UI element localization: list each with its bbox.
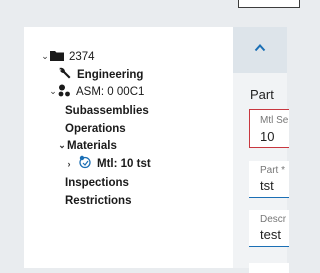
next-field[interactable] [249, 263, 289, 273]
tree-node-engineering-label: Engineering [77, 68, 144, 81]
detail-panel: Part Mtl Se 10 Part * tst Descr test [233, 27, 289, 273]
part-field[interactable]: Part * tst [249, 161, 289, 198]
tree-node-subassemblies[interactable]: Subassemblies [65, 102, 149, 119]
tree-node-restrictions[interactable]: Restrictions [65, 192, 131, 209]
section-title: Part [250, 87, 274, 102]
mtl-seq-label: Mtl Se [260, 115, 289, 126]
tree-node-root-label: 2374 [69, 50, 95, 63]
assembly-icon [58, 84, 71, 100]
tree-node-operations[interactable]: Operations [65, 120, 126, 137]
top-partial-box [238, 0, 300, 8]
chevron-down-icon[interactable]: ⌄ [57, 140, 67, 151]
folder-icon [50, 50, 64, 64]
detail-header [233, 27, 287, 73]
chevron-down-icon[interactable]: ⌄ [40, 51, 50, 62]
tree-node-materials-label: Materials [67, 139, 117, 152]
tree-node-materials[interactable]: ⌄ Materials [57, 137, 117, 154]
tree-node-engineering[interactable]: Engineering [58, 66, 143, 83]
mtl-seq-input[interactable]: 10 [260, 129, 274, 144]
description-field[interactable]: Descr test [249, 210, 289, 247]
tree-node-mtl-label: Mtl: 10 tst [97, 157, 151, 170]
tree-node-asm-label: ASM: 0 00C1 [76, 85, 145, 98]
description-label: Descr [260, 214, 287, 225]
description-input[interactable]: test [260, 227, 281, 242]
tree-node-mtl[interactable]: › Mtl: 10 tst [64, 155, 151, 172]
material-icon [78, 155, 92, 172]
tree-node-inspections[interactable]: Inspections [65, 174, 129, 191]
wrench-icon [58, 66, 72, 83]
method-tree-panel: ⌄ 2374 Engineering ⌄ ASM: 0 00C1 Subasse… [24, 27, 233, 268]
tree-node-operations-label: Operations [65, 122, 126, 135]
tree-node-asm[interactable]: ⌄ ASM: 0 00C1 [48, 83, 144, 100]
part-input[interactable]: tst [260, 178, 274, 193]
tree-node-inspections-label: Inspections [65, 176, 129, 189]
chevron-down-icon[interactable]: ⌄ [48, 86, 58, 97]
part-label: Part * [260, 165, 286, 176]
collapse-chevron-up-icon[interactable] [254, 41, 266, 53]
tree-node-restrictions-label: Restrictions [65, 194, 132, 207]
mtl-seq-field[interactable]: Mtl Se 10 [249, 109, 289, 148]
tree-node-subassemblies-label: Subassemblies [65, 104, 149, 117]
chevron-right-icon[interactable]: › [64, 159, 74, 169]
tree-node-root[interactable]: ⌄ 2374 [40, 48, 95, 65]
